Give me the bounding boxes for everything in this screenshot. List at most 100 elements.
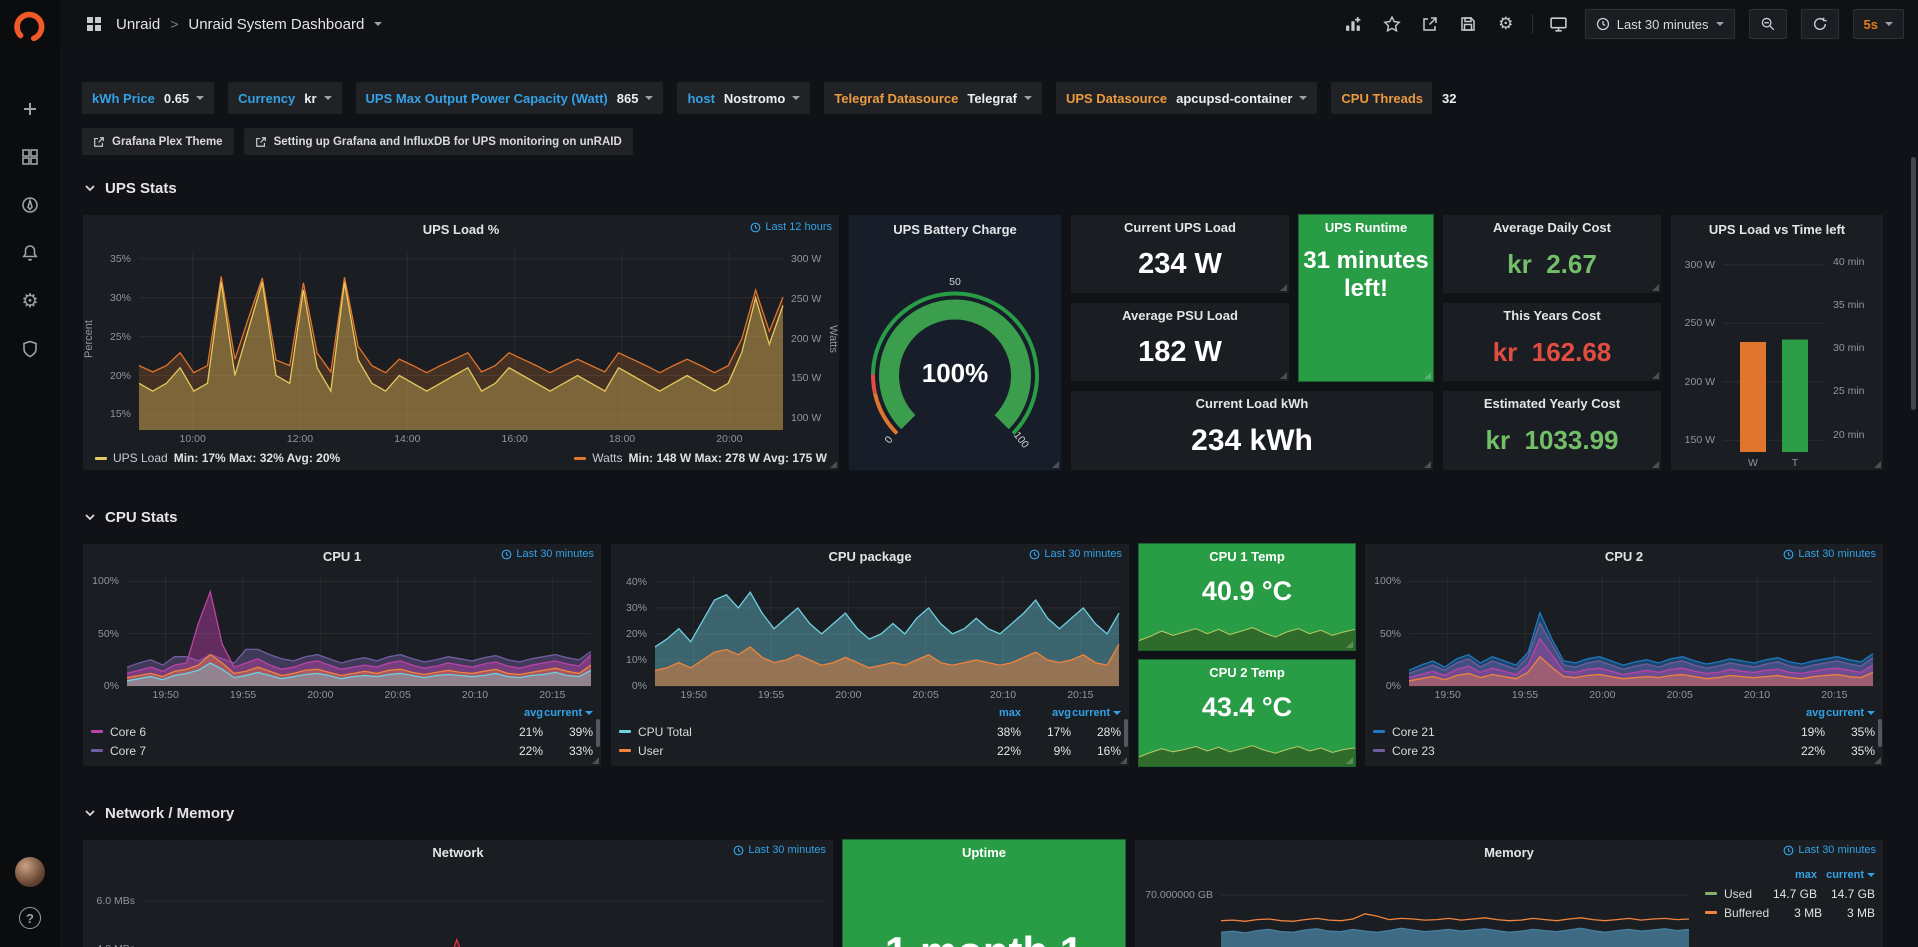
legend-column-header[interactable]: max	[1759, 869, 1817, 881]
panel-title[interactable]: UPS Battery Charge	[893, 222, 1017, 237]
dashboard-link[interactable]: Setting up Grafana and InfluxDB for UPS …	[244, 128, 633, 155]
panel-title[interactable]: Memory	[1484, 845, 1534, 860]
legend-item[interactable]: WattsMin: 148 W Max: 278 W Avg: 175 W	[574, 451, 827, 465]
legend-series[interactable]: Buffered	[1705, 906, 1769, 920]
ups-load-chart[interactable]: 10:0012:0014:0016:0018:0020:0015%20%25%3…	[83, 243, 839, 446]
add-panel-icon[interactable]	[1342, 12, 1366, 36]
cpu-package-chart[interactable]: 19:5019:5520:0020:0520:1020:150%10%20%30…	[611, 568, 1129, 702]
panel-title[interactable]: Network	[432, 845, 483, 860]
legend-series[interactable]: CPU Total	[619, 725, 971, 739]
legend-value: 21%	[493, 725, 543, 739]
legend-row: Core 2322%35%	[1373, 741, 1875, 760]
variable-value-dropdown[interactable]: apcupsd-container	[1176, 91, 1307, 106]
panel-time-range[interactable]: Last 30 minutes	[501, 548, 594, 560]
cpu1-chart[interactable]: 19:5019:5520:0020:0520:1020:150%50%100%	[83, 568, 601, 702]
legend-column-header[interactable]: avg	[1775, 707, 1825, 719]
section-network-memory[interactable]: Network / Memory	[84, 801, 1896, 825]
panel-title[interactable]: Estimated Yearly Cost	[1484, 396, 1620, 411]
legend-column-header[interactable]: avg	[493, 707, 543, 719]
panel-title[interactable]: Current UPS Load	[1124, 220, 1236, 235]
panel-time-range[interactable]: Last 12 hours	[750, 221, 832, 233]
panel-title[interactable]: UPS Load vs Time left	[1709, 222, 1845, 237]
refresh-interval-picker[interactable]: 5s	[1853, 9, 1904, 39]
panel-title[interactable]: Uptime	[962, 845, 1006, 860]
legend-scrollbar[interactable]	[1124, 719, 1128, 747]
panel-time-range[interactable]: Last 30 minutes	[1783, 548, 1876, 560]
dashboard-settings-gear-icon[interactable]: ⚙	[1494, 12, 1518, 36]
variable-value-dropdown[interactable]: Telegraf	[967, 91, 1032, 106]
help-icon[interactable]: ?	[0, 899, 60, 937]
panel-title[interactable]: CPU 2 Temp	[1209, 665, 1285, 680]
dashboard-dropdown-caret[interactable]	[374, 22, 382, 26]
y-tick-label: 50%	[83, 627, 119, 641]
grafana-logo[interactable]	[11, 8, 49, 46]
panel-time-range[interactable]: Last 30 minutes	[1029, 548, 1122, 560]
breadcrumb-folder[interactable]: Unraid	[116, 16, 160, 33]
refresh-icon[interactable]	[1801, 9, 1839, 39]
panel-title[interactable]: UPS Runtime	[1325, 220, 1407, 235]
breadcrumb-dashboard-title[interactable]: Unraid System Dashboard	[188, 16, 364, 33]
variable-value-input[interactable]: 32	[1432, 82, 1604, 114]
share-icon[interactable]	[1418, 12, 1442, 36]
chevron-down-icon	[84, 511, 96, 523]
legend-column-header[interactable]: current	[543, 707, 593, 719]
memory-chart[interactable]: 50.000000 GB60.000000 GB70.000000 GB	[1135, 864, 1697, 947]
variable-value-dropdown[interactable]: Nostromo	[724, 91, 800, 106]
legend-column-header[interactable]: current	[1825, 707, 1875, 719]
legend-column-header[interactable]: current	[1817, 869, 1875, 881]
explore-compass-icon[interactable]	[0, 186, 60, 224]
dashboards-squares-icon[interactable]	[0, 138, 60, 176]
network-chart[interactable]: 2.0 MBs4.0 MBs6.0 MBs	[83, 864, 833, 947]
variable-value-dropdown[interactable]: 865	[617, 91, 654, 106]
cpu2-chart[interactable]: 19:5019:5520:0020:0520:1020:150%50%100%	[1365, 568, 1883, 702]
legend-series[interactable]: User	[619, 744, 971, 758]
time-picker[interactable]: Last 30 minutes	[1585, 9, 1735, 39]
page-scrollbar[interactable]	[1911, 157, 1916, 410]
legend-series[interactable]: Used	[1705, 887, 1759, 901]
legend-column-header[interactable]: avg	[1021, 707, 1071, 719]
section-cpu-stats[interactable]: CPU Stats	[84, 505, 1896, 529]
legend-scrollbar[interactable]	[1878, 719, 1882, 747]
user-avatar[interactable]	[15, 857, 45, 887]
panel-title[interactable]: CPU 2	[1605, 549, 1643, 564]
y-tick-label-right: 300 W	[791, 252, 821, 266]
cycle-view-monitor-icon[interactable]	[1547, 12, 1571, 36]
variable-value-dropdown[interactable]: 0.65	[164, 91, 204, 106]
battery-gauge[interactable]: 050100100%	[849, 243, 1061, 472]
load-vs-time-chart[interactable]: 150 W200 W250 W300 W20 min25 min30 min35…	[1671, 243, 1883, 472]
panel-time-range[interactable]: Last 30 minutes	[1783, 844, 1876, 856]
dashboard-link-label: Grafana Plex Theme	[112, 136, 223, 148]
legend-series[interactable]: Core 6	[91, 725, 493, 739]
variable-caret	[1024, 96, 1032, 100]
legend-series[interactable]: Core 21	[1373, 725, 1775, 739]
star-icon[interactable]	[1380, 12, 1404, 36]
panel-title[interactable]: CPU package	[828, 549, 911, 564]
variable-value-dropdown[interactable]: kr	[304, 91, 331, 106]
legend-series[interactable]: Core 7	[91, 744, 493, 758]
server-admin-shield-icon[interactable]	[0, 330, 60, 368]
alerting-bell-icon[interactable]	[0, 234, 60, 272]
stat-value: 40.9 °C	[1139, 576, 1355, 607]
panel-title[interactable]: Current Load kWh	[1196, 396, 1309, 411]
panel-title[interactable]: Average PSU Load	[1122, 308, 1238, 323]
section-ups-stats[interactable]: UPS Stats	[84, 176, 1896, 200]
sort-caret	[585, 711, 593, 715]
configuration-gear-icon[interactable]: ⚙	[0, 282, 60, 320]
dashboard-link[interactable]: Grafana Plex Theme	[82, 128, 234, 155]
zoom-out-icon[interactable]	[1749, 9, 1787, 39]
panel-title[interactable]: This Years Cost	[1503, 308, 1600, 323]
panel-title[interactable]: CPU 1	[323, 549, 361, 564]
legend-column-header[interactable]: current	[1071, 707, 1121, 719]
create-plus-icon[interactable]	[0, 90, 60, 128]
panel-title[interactable]: UPS Load %	[423, 222, 500, 237]
legend-scrollbar[interactable]	[596, 719, 600, 747]
legend-series[interactable]: Core 23	[1373, 744, 1775, 758]
panel-title[interactable]: Average Daily Cost	[1493, 220, 1611, 235]
legend-item[interactable]: UPS LoadMin: 17% Max: 32% Avg: 20%	[95, 451, 340, 465]
save-icon[interactable]	[1456, 12, 1480, 36]
legend-swatch	[1373, 730, 1385, 733]
dashboard-grid-icon[interactable]	[82, 12, 106, 36]
legend-column-header[interactable]: max	[971, 707, 1021, 719]
panel-time-range[interactable]: Last 30 minutes	[733, 844, 826, 856]
panel-title[interactable]: CPU 1 Temp	[1209, 549, 1285, 564]
